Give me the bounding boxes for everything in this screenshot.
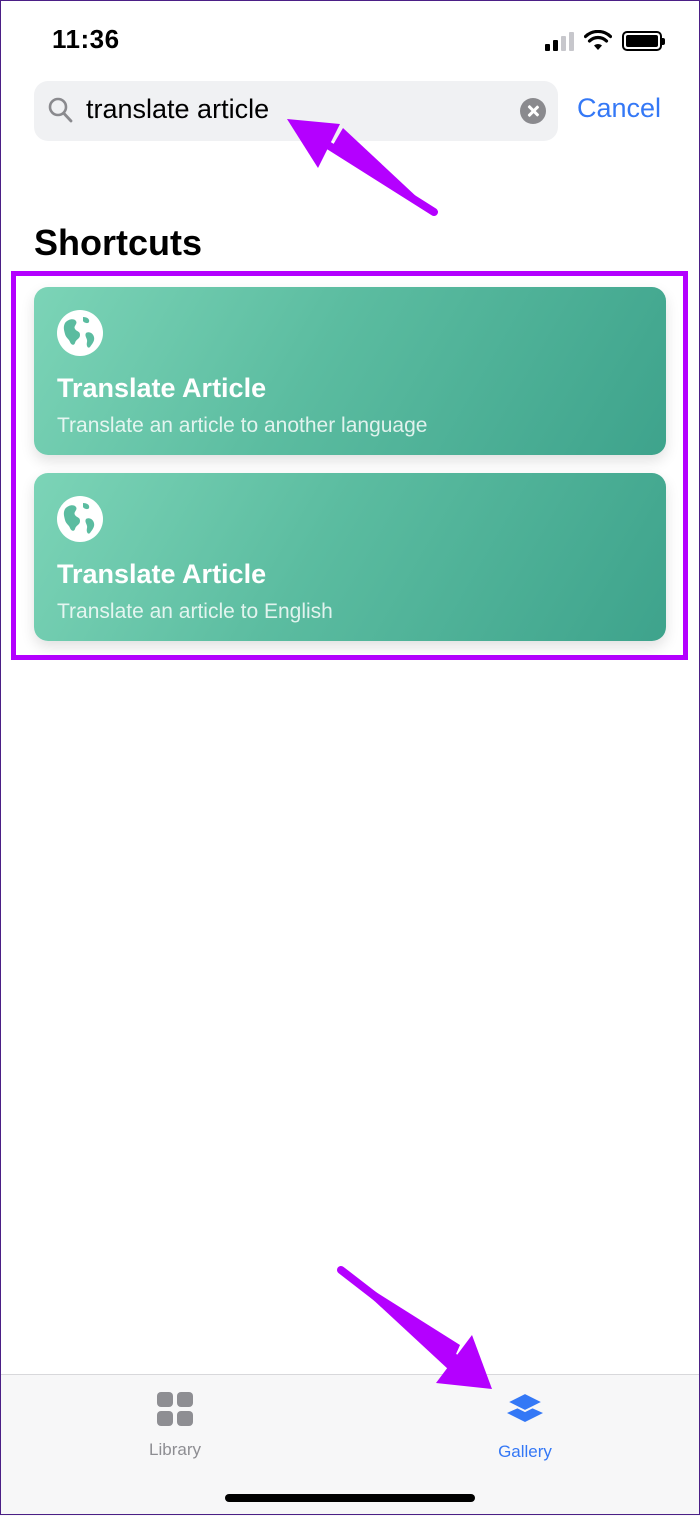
shortcut-subtitle: Translate an article to English	[57, 600, 333, 623]
search-query-text[interactable]: translate article	[86, 94, 269, 125]
layers-icon	[504, 1391, 546, 1422]
search-input[interactable]: translate article	[34, 81, 558, 141]
section-title: Shortcuts	[34, 222, 203, 263]
home-indicator	[225, 1494, 475, 1502]
cancel-button[interactable]: Cancel	[577, 93, 661, 124]
shortcut-subtitle: Translate an article to another language	[57, 414, 428, 437]
tab-gallery[interactable]: Gallery	[455, 1391, 595, 1462]
search-icon	[48, 97, 73, 123]
battery-icon	[622, 31, 665, 51]
cellular-signal-icon	[545, 31, 574, 51]
status-icons	[545, 30, 665, 52]
tab-library[interactable]: Library	[105, 1391, 245, 1460]
shortcut-card-translate-article-another-language[interactable]: Translate Article Translate an article t…	[34, 287, 666, 455]
clear-search-icon[interactable]	[520, 98, 546, 124]
grid-icon	[157, 1392, 193, 1426]
globe-icon	[57, 310, 103, 356]
shortcut-card-translate-article-english[interactable]: Translate Article Translate an article t…	[34, 473, 666, 641]
tab-label: Library	[149, 1440, 201, 1459]
shortcut-title: Translate Article	[57, 373, 267, 403]
shortcut-title: Translate Article	[57, 559, 267, 589]
tab-label: Gallery	[498, 1442, 552, 1461]
wifi-icon	[584, 30, 612, 50]
status-time: 11:36	[52, 24, 120, 54]
globe-icon	[57, 496, 103, 542]
